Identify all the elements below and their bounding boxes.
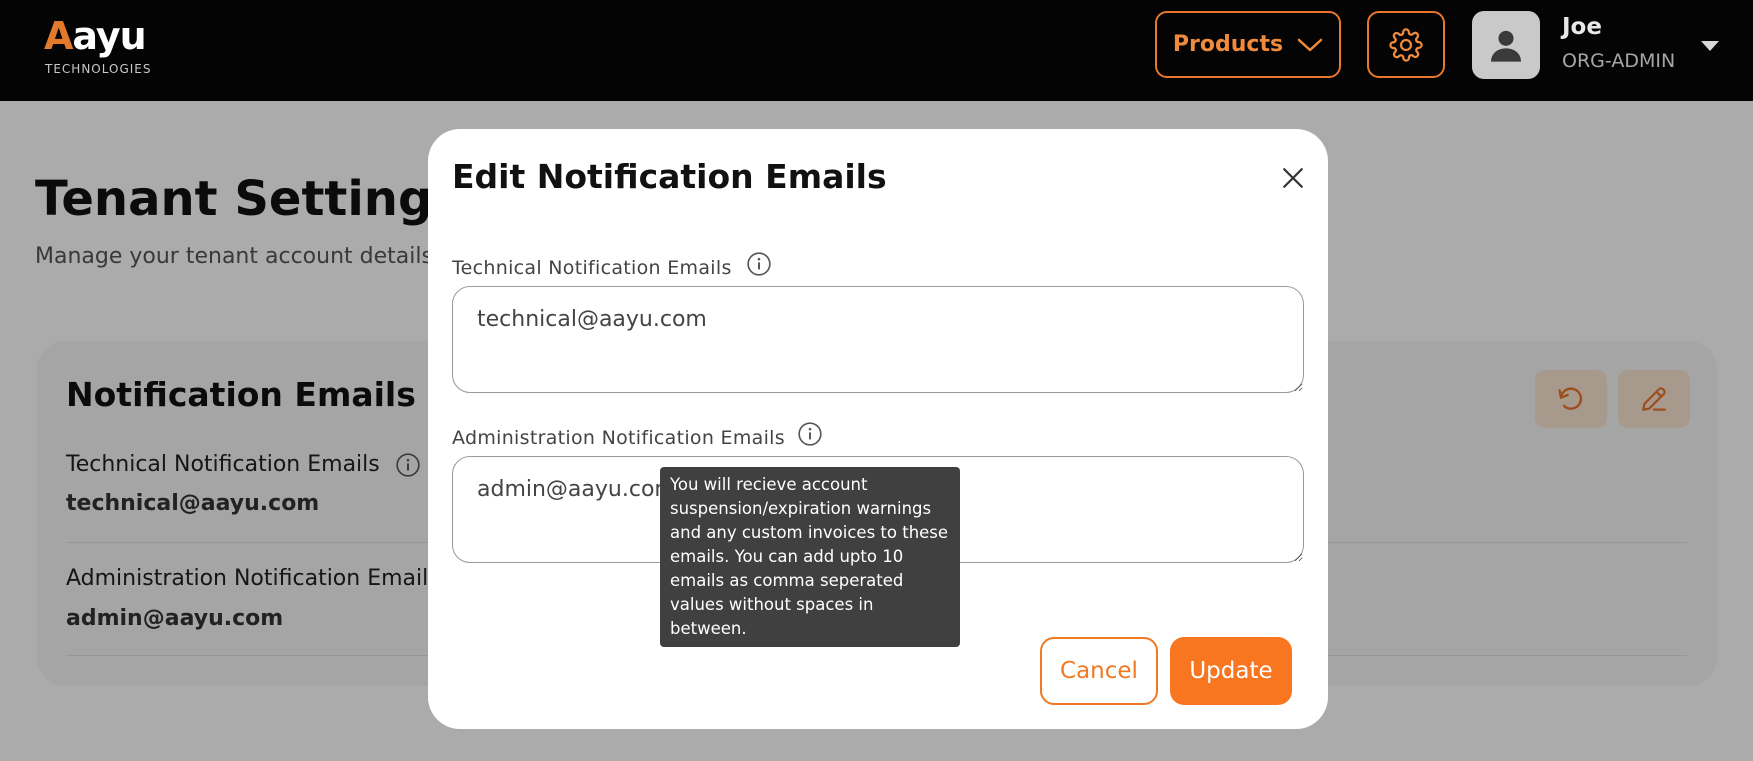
close-button[interactable] (1278, 163, 1308, 193)
gear-icon (1389, 27, 1423, 62)
administration-emails-label: Administration Notification Emails (452, 427, 785, 449)
top-bar: Aayu TECHNOLOGIES Products Joe ORG-ADMIN (0, 0, 1753, 101)
technical-emails-label: Technical Notification Emails (452, 257, 732, 279)
products-dropdown-button[interactable]: Products (1155, 11, 1341, 78)
settings-button[interactable] (1367, 11, 1445, 78)
info-icon[interactable] (746, 251, 772, 277)
logo[interactable]: Aayu TECHNOLOGIES (44, 14, 154, 78)
caret-down-icon[interactable] (1698, 36, 1722, 56)
update-button[interactable]: Update (1170, 637, 1292, 705)
user-role: ORG-ADMIN (1562, 50, 1676, 72)
user-name: Joe (1562, 14, 1602, 40)
user-icon (1491, 30, 1521, 62)
products-label: Products (1172, 32, 1284, 57)
logo-wordmark: Aayu (44, 14, 147, 58)
avatar[interactable] (1472, 11, 1540, 79)
logo-subtitle: TECHNOLOGIES (45, 62, 152, 76)
modal-title: Edit Notification Emails (452, 157, 887, 196)
chevron-down-icon (1297, 38, 1323, 51)
info-icon[interactable] (797, 421, 823, 447)
info-tooltip: You will recieve account suspension/expi… (660, 467, 960, 647)
cancel-button[interactable]: Cancel (1040, 637, 1158, 705)
technical-emails-textarea[interactable]: technical@aayu.com (452, 286, 1304, 393)
close-icon (1283, 168, 1303, 188)
